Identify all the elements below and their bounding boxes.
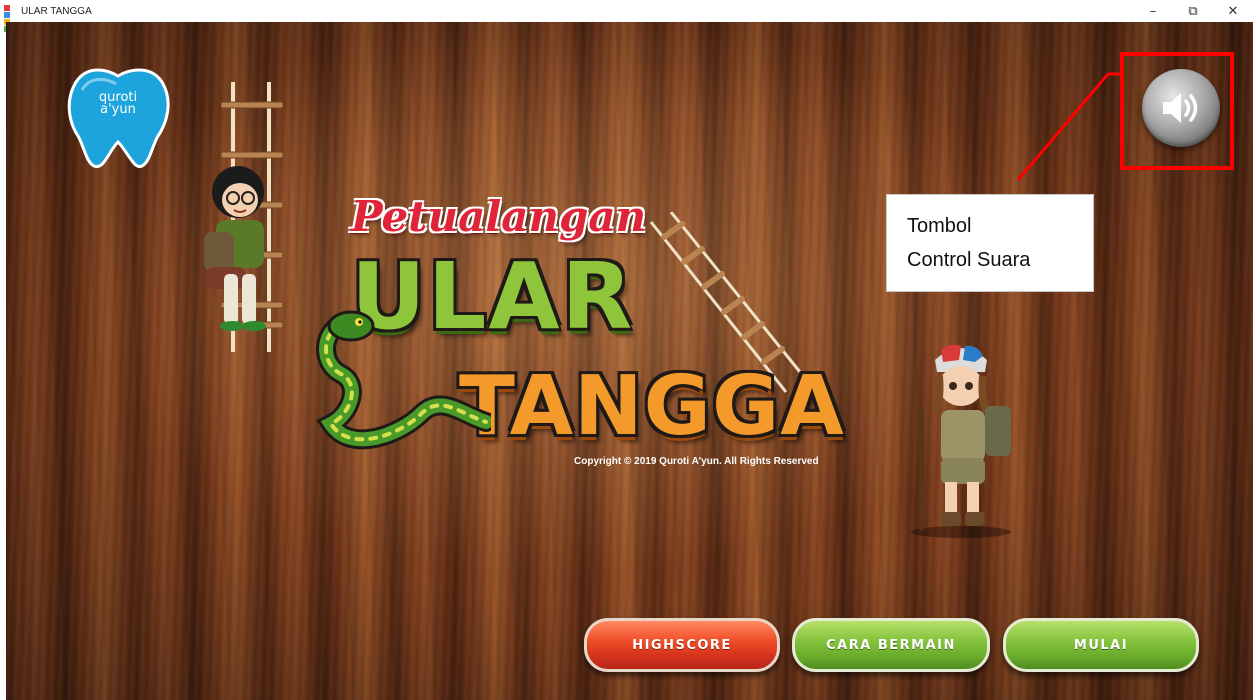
restore-button[interactable]: ⧉ <box>1173 0 1213 22</box>
copyright-text: Copyright © 2019 Quroti A'yun. All Right… <box>574 456 819 467</box>
mulai-button[interactable]: MULAI <box>1003 618 1199 672</box>
annotation-callout: Tombol Control Suara <box>886 194 1094 292</box>
title-tangga: TANGGA <box>459 359 845 454</box>
girl-explorer-icon <box>911 344 1011 538</box>
annotation-line1: Tombol <box>907 215 972 237</box>
annotation-line2: Control Suara <box>907 249 1031 271</box>
tooth-logo-icon <box>67 68 170 169</box>
window-titlebar: ULAR TANGGA – ⧉ ✕ <box>0 0 1253 32</box>
app-window-icon <box>4 4 17 32</box>
cara-bermain-button[interactable]: CARA BERMAIN <box>792 618 990 672</box>
logo-line2: a'yun <box>100 102 136 117</box>
snake-icon <box>316 310 491 450</box>
minimize-button[interactable]: – <box>1133 0 1173 22</box>
game-screen: quroti a'yun Petualangan ULAR TANGGA Cop… <box>6 22 1253 700</box>
highscore-button[interactable]: HIGHSCORE <box>584 618 780 672</box>
quroti-ayun-logo: quroti a'yun <box>58 62 178 172</box>
window-title: ULAR TANGGA <box>21 5 92 17</box>
window-controls: – ⧉ ✕ <box>1133 0 1253 22</box>
close-button[interactable]: ✕ <box>1213 0 1253 22</box>
boy-explorer-icon <box>204 166 266 331</box>
logo-text: quroti a'yun <box>88 91 148 117</box>
sound-button-highlight-box <box>1120 52 1234 170</box>
title-petualangan: Petualangan <box>351 192 647 241</box>
